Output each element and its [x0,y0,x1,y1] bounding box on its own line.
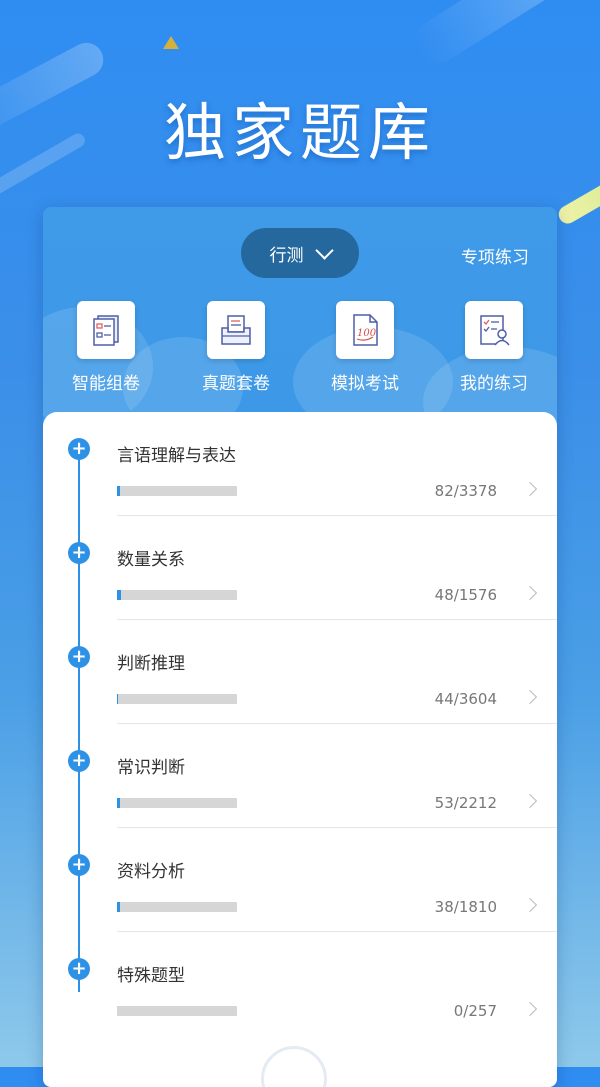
expand-plus-icon[interactable]: + [68,854,90,876]
chevron-right-icon [523,482,537,496]
smart-paper-button[interactable]: 智能组卷 [51,301,161,394]
chevron-right-icon [523,690,537,704]
category-item[interactable]: + 言语理解与表达 82/3378 [43,412,557,516]
progress-fill [117,486,120,496]
category-list: + 言语理解与表达 82/3378 + 数量关系 48/1576 + 判断推理 … [43,412,557,1087]
feature-label: 真题套卷 [181,369,291,394]
score-100-icon: 100 [336,301,394,359]
progress-count: 82/3378 [435,482,497,500]
chevron-right-icon [523,794,537,808]
logo-icon [163,36,179,49]
category-item[interactable]: + 判断推理 44/3604 [43,620,557,724]
progress-bar [117,798,237,808]
expand-plus-icon[interactable]: + [68,750,90,772]
expand-plus-icon[interactable]: + [68,542,90,564]
subject-selector-label: 行测 [270,241,304,266]
progress-fill [117,902,120,912]
expand-plus-icon[interactable]: + [68,438,90,460]
progress-count: 53/2212 [435,794,497,812]
decor-streak [556,166,600,227]
question-bank-card: 行测 专项练习 智能组卷 真题套卷 [43,207,557,1087]
feature-label: 智能组卷 [51,369,161,394]
feature-label: 模拟考试 [310,369,420,394]
category-item[interactable]: + 资料分析 38/1810 [43,828,557,932]
category-item[interactable]: + 数量关系 48/1576 [43,516,557,620]
progress-bar [117,1006,237,1016]
category-name: 言语理解与表达 [117,441,236,466]
chevron-down-icon [315,241,333,259]
progress-count: 44/3604 [435,690,497,708]
progress-count: 38/1810 [435,898,497,916]
special-practice-link[interactable]: 专项练习 [461,243,529,268]
progress-count: 0/257 [454,1002,497,1020]
category-name: 特殊题型 [117,961,185,986]
checklist-user-icon [465,301,523,359]
svg-text:100: 100 [357,328,377,339]
category-name: 常识判断 [117,753,185,778]
progress-bar [117,590,237,600]
progress-fill [117,694,118,704]
chevron-right-icon [523,1002,537,1016]
subject-selector[interactable]: 行测 [241,228,359,278]
mock-exam-button[interactable]: 100 模拟考试 [310,301,420,394]
progress-bar [117,694,237,704]
chevron-right-icon [523,898,537,912]
category-name: 资料分析 [117,857,185,882]
expand-plus-icon[interactable]: + [68,958,90,980]
category-item[interactable]: + 特殊题型 0/257 [43,932,557,1036]
progress-bar [117,902,237,912]
past-papers-button[interactable]: 真题套卷 [181,301,291,394]
progress-bar [117,486,237,496]
category-item[interactable]: + 常识判断 53/2212 [43,724,557,828]
feature-label: 我的练习 [439,369,549,394]
progress-fill [117,590,121,600]
category-name: 判断推理 [117,649,185,674]
category-name: 数量关系 [117,545,185,570]
hero-title: 独家题库 [0,82,600,172]
progress-fill [117,798,120,808]
list-paper-icon [77,301,135,359]
chevron-right-icon [523,586,537,600]
paper-tray-icon [207,301,265,359]
progress-count: 48/1576 [435,586,497,604]
expand-plus-icon[interactable]: + [68,646,90,668]
my-practice-button[interactable]: 我的练习 [439,301,549,394]
decor-streak [408,0,600,71]
